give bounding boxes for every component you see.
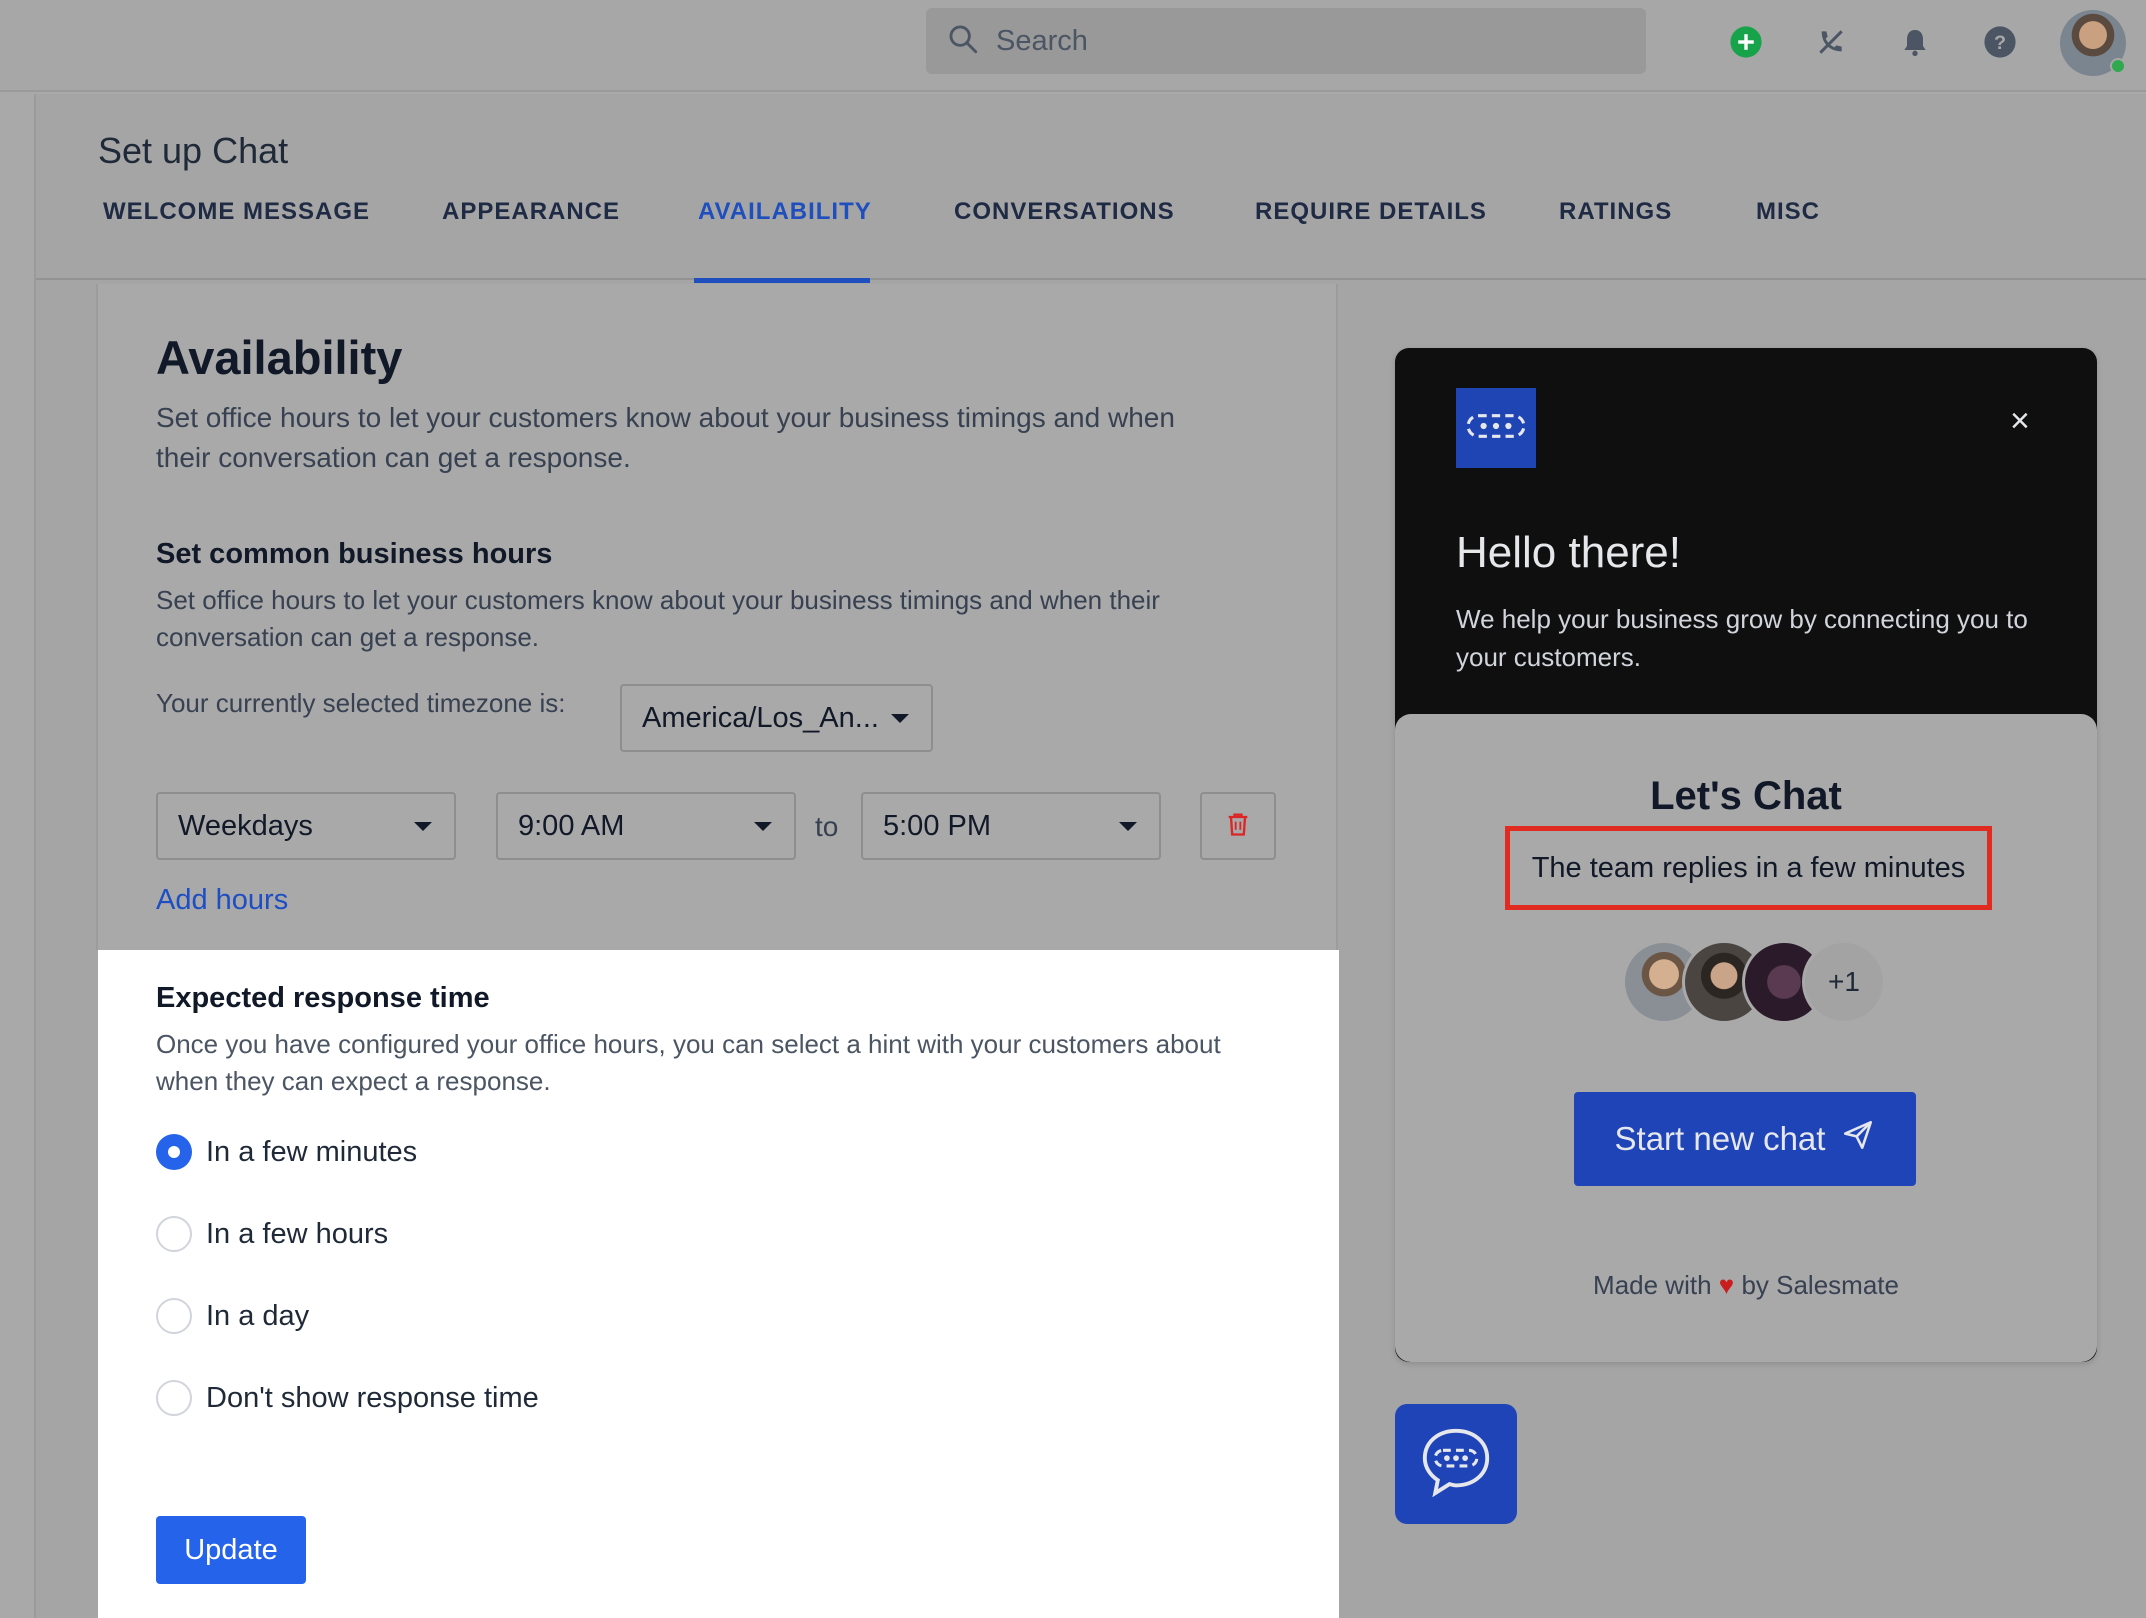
reply-time-text: The team replies in a few minutes bbox=[1531, 851, 1966, 884]
radio-button[interactable] bbox=[156, 1298, 192, 1334]
help-icon[interactable]: ? bbox=[1980, 22, 2020, 62]
radio-label: In a day bbox=[206, 1299, 310, 1332]
chat-logo-icon bbox=[1465, 410, 1527, 447]
tab-require-details[interactable]: REQUIRE DETAILS bbox=[1255, 198, 1487, 226]
chevron-down-icon bbox=[891, 714, 909, 723]
search-icon bbox=[946, 22, 980, 61]
svg-text:?: ? bbox=[1994, 32, 2006, 54]
chevron-down-icon bbox=[1119, 822, 1137, 831]
tab-misc[interactable]: MISC bbox=[1756, 198, 1820, 226]
radio-few-hours[interactable]: In a few hours bbox=[156, 1216, 388, 1252]
user-avatar[interactable] bbox=[2060, 10, 2126, 76]
chevron-down-icon bbox=[414, 822, 432, 831]
end-time-select[interactable]: 5:00 PM bbox=[861, 792, 1161, 860]
business-hours-heading: Set common business hours bbox=[156, 538, 553, 570]
day-select[interactable]: Weekdays bbox=[156, 792, 456, 860]
tab-availability[interactable]: AVAILABILITY bbox=[698, 198, 872, 226]
start-new-chat-button[interactable]: Start new chat bbox=[1574, 1092, 1916, 1186]
heart-icon: ♥ bbox=[1718, 1270, 1735, 1300]
timezone-label: Your currently selected timezone is: bbox=[156, 688, 566, 718]
page-title: Set up Chat bbox=[98, 130, 289, 171]
radio-label: Don't show response time bbox=[206, 1381, 539, 1414]
response-time-description: Once you have configured your office hou… bbox=[156, 1029, 1221, 1096]
radio-label: In a few minutes bbox=[206, 1135, 418, 1168]
start-time-select[interactable]: 9:00 AM bbox=[496, 792, 796, 860]
availability-heading: Availability bbox=[156, 331, 403, 384]
radio-label: In a few hours bbox=[206, 1217, 389, 1250]
made-with-prefix: Made with bbox=[1593, 1270, 1712, 1300]
end-time-value: 5:00 PM bbox=[883, 809, 991, 842]
bell-icon[interactable] bbox=[1895, 22, 1935, 62]
widget-greeting: Hello there! bbox=[1456, 528, 1682, 577]
to-label: to bbox=[815, 811, 839, 842]
chat-launcher-button[interactable] bbox=[1395, 1404, 1517, 1524]
online-status-dot bbox=[2110, 58, 2126, 74]
trash-icon bbox=[1224, 810, 1252, 843]
update-button[interactable]: Update bbox=[156, 1516, 306, 1584]
add-circle-icon[interactable] bbox=[1726, 22, 1766, 62]
availability-description: Set office hours to let your customers k… bbox=[156, 402, 1175, 473]
phone-off-icon[interactable] bbox=[1811, 22, 1851, 62]
reply-time-highlight: The team replies in a few minutes bbox=[1505, 826, 1992, 910]
tab-bar bbox=[36, 218, 2146, 280]
start-time-value: 9:00 AM bbox=[518, 809, 625, 842]
radio-button-checked[interactable] bbox=[156, 1134, 192, 1170]
radio-button[interactable] bbox=[156, 1380, 192, 1416]
start-chat-label: Start new chat bbox=[1614, 1120, 1826, 1157]
active-tab-indicator bbox=[694, 278, 870, 283]
widget-subtitle: We help your business grow by connecting… bbox=[1456, 604, 2028, 672]
widget-logo bbox=[1456, 388, 1536, 468]
delete-hours-button[interactable] bbox=[1200, 792, 1276, 860]
tab-conversations[interactable]: CONVERSATIONS bbox=[954, 198, 1175, 226]
timezone-value: America/Los_An... bbox=[642, 701, 879, 734]
chat-bubble-icon bbox=[1417, 1423, 1495, 1506]
made-with-footer: Made with ♥ by Salesmate bbox=[1395, 1270, 2097, 1301]
send-icon bbox=[1825, 1118, 1875, 1160]
extra-agents-count: +1 bbox=[1802, 940, 1886, 1024]
chevron-down-icon bbox=[754, 822, 772, 831]
response-time-heading: Expected response time bbox=[156, 982, 490, 1014]
close-icon[interactable]: × bbox=[2010, 402, 2030, 441]
timezone-select[interactable]: America/Los_An... bbox=[620, 684, 933, 752]
search-box[interactable] bbox=[926, 8, 1646, 74]
radio-few-minutes[interactable]: In a few minutes bbox=[156, 1134, 417, 1170]
business-hours-description: Set office hours to let your customers k… bbox=[156, 585, 1160, 652]
radio-button[interactable] bbox=[156, 1216, 192, 1252]
add-hours-link[interactable]: Add hours bbox=[156, 884, 288, 917]
tab-welcome-message[interactable]: WELCOME MESSAGE bbox=[103, 198, 370, 226]
lets-chat-heading: Let's Chat bbox=[1650, 774, 1842, 818]
radio-dont-show[interactable]: Don't show response time bbox=[156, 1380, 539, 1416]
tab-ratings[interactable]: RATINGS bbox=[1559, 198, 1672, 226]
search-input[interactable] bbox=[996, 24, 1596, 58]
tab-appearance[interactable]: APPEARANCE bbox=[442, 198, 620, 226]
day-value: Weekdays bbox=[178, 809, 313, 842]
radio-a-day[interactable]: In a day bbox=[156, 1298, 309, 1334]
made-with-suffix: by Salesmate bbox=[1741, 1270, 1899, 1300]
top-bar: ? bbox=[0, 0, 2146, 92]
